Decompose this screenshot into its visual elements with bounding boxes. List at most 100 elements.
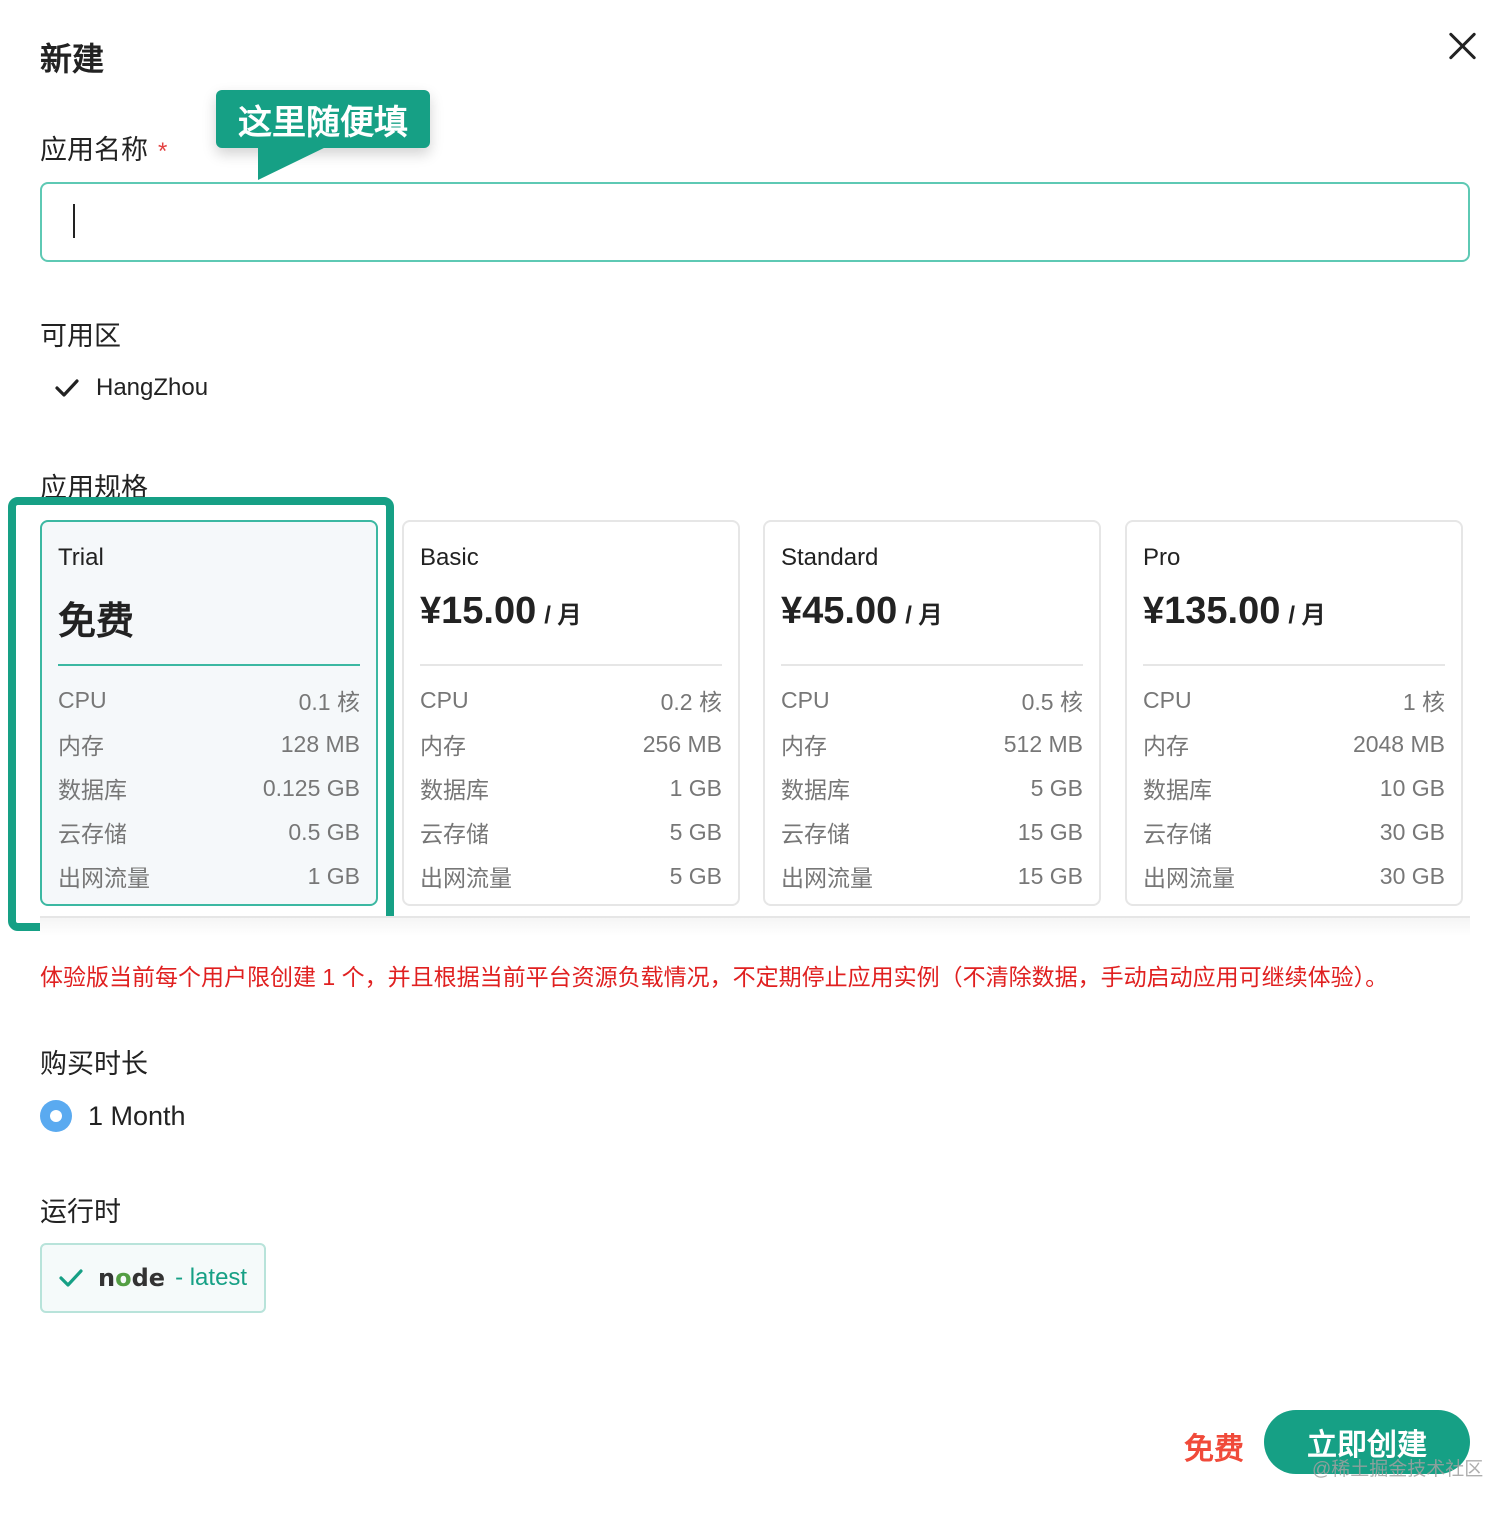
- spec-key: 出网流量: [420, 865, 512, 891]
- spec-key: 出网流量: [781, 865, 873, 891]
- spec-value: 0.125 GB: [262, 774, 360, 801]
- plan-specs: CPU 0.2 核 内存 256 MB 数据库 1 GB 云存储 5 GB 出网流量 5 …: [420, 678, 722, 898]
- spec-key: 内存: [420, 733, 466, 759]
- spec-row-database: 数据库 1 GB: [420, 766, 722, 810]
- plan-divider: [58, 664, 360, 666]
- plan-price: ¥15.00 / 月: [420, 590, 722, 646]
- spec-key: 数据库: [58, 777, 127, 803]
- spec-key: 云存储: [1143, 821, 1212, 847]
- plan-divider: [1143, 664, 1445, 666]
- node-logo: node: [98, 1264, 165, 1292]
- duration-option[interactable]: 1 Month: [40, 1100, 186, 1132]
- hint-tooltip: 这里随便填: [216, 90, 430, 148]
- required-mark: *: [158, 138, 168, 165]
- zone-option-selected[interactable]: HangZhou: [54, 374, 208, 402]
- plan-card-standard[interactable]: Standard ¥45.00 / 月 CPU 0.5 核 内存 512 MB 数据…: [763, 520, 1101, 906]
- spec-value: 0.1 核: [298, 689, 360, 715]
- spec-row-cpu: CPU 0.1 核: [58, 678, 360, 722]
- check-icon: [55, 379, 79, 397]
- zone-option-label: HangZhou: [96, 374, 209, 401]
- spec-row-memory: 内存 256 MB: [420, 722, 722, 766]
- spec-key: 云存储: [781, 821, 850, 847]
- spec-key: 数据库: [420, 777, 489, 803]
- plan-name: Basic: [420, 544, 479, 571]
- spec-value: 256 MB: [642, 730, 722, 757]
- node-logo-part: o: [115, 1264, 132, 1292]
- close-icon[interactable]: [1444, 28, 1480, 64]
- spec-value: 10 GB: [1379, 774, 1445, 801]
- trial-notice: 体验版当前每个用户限创建 1 个，并且根据当前平台资源负载情况，不定期停止应用实…: [40, 964, 1389, 990]
- runtime-version-tag: - latest: [175, 1264, 248, 1291]
- spec-key: 内存: [1143, 733, 1189, 759]
- spec-value: 30 GB: [1379, 862, 1445, 889]
- spec-row-storage: 云存储 0.5 GB: [58, 810, 360, 854]
- plan-card-basic[interactable]: Basic ¥15.00 / 月 CPU 0.2 核 内存 256 MB 数据库 1 …: [402, 520, 740, 906]
- spec-value: 128 MB: [280, 730, 360, 757]
- plan-price-unit: / 月: [1288, 602, 1326, 629]
- spec-row-cpu: CPU 0.2 核: [420, 678, 722, 722]
- runtime-label: 运行时: [40, 1197, 121, 1227]
- spec-value: 0.5 核: [1021, 689, 1083, 715]
- plan-price-unit: / 月: [544, 602, 582, 629]
- spec-row-memory: 内存 128 MB: [58, 722, 360, 766]
- spec-key: 云存储: [58, 821, 127, 847]
- spec-value: 0.2 核: [660, 689, 722, 715]
- spec-value: 5 GB: [669, 818, 722, 845]
- spec-row-traffic: 出网流量 15 GB: [781, 854, 1083, 898]
- plan-divider: [781, 664, 1083, 666]
- plan-divider: [420, 664, 722, 666]
- plan-price: 免费: [58, 590, 360, 646]
- spec-key: 数据库: [1143, 777, 1212, 803]
- plan-specs: CPU 1 核 内存 2048 MB 数据库 10 GB 云存储 30 GB 出网流量 3…: [1143, 678, 1445, 898]
- spec-row-database: 数据库 10 GB: [1143, 766, 1445, 810]
- plan-list-scroll-edge: [40, 916, 1470, 936]
- spec-key: CPU: [781, 686, 830, 713]
- spec-row-traffic: 出网流量 1 GB: [58, 854, 360, 898]
- plan-name: Trial: [58, 544, 104, 571]
- spec-value: 15 GB: [1017, 818, 1083, 845]
- spec-key: 内存: [58, 733, 104, 759]
- spec-row-storage: 云存储 15 GB: [781, 810, 1083, 854]
- spec-value: 1 核: [1402, 689, 1445, 715]
- spec-value: 0.5 GB: [288, 818, 360, 845]
- check-icon: [59, 1269, 83, 1287]
- spec-key: 出网流量: [1143, 865, 1235, 891]
- app-name-label: 应用名称 *: [40, 128, 167, 167]
- spec-label: 应用规格: [40, 473, 148, 503]
- spec-value: 5 GB: [669, 862, 722, 889]
- spec-value: 2048 MB: [1352, 730, 1445, 757]
- spec-key: CPU: [420, 686, 469, 713]
- plan-card-trial[interactable]: Trial 免费 CPU 0.1 核 内存 128 MB 数据库 0.125 GB 云…: [40, 520, 378, 906]
- spec-row-storage: 云存储 30 GB: [1143, 810, 1445, 854]
- plan-price: ¥45.00 / 月: [781, 590, 1083, 646]
- app-name-label-text: 应用名称: [40, 135, 148, 165]
- spec-value: 1 GB: [307, 862, 360, 889]
- duration-option-label: 1 Month: [88, 1100, 186, 1131]
- plan-price-value: ¥135.00: [1143, 590, 1281, 632]
- spec-row-database: 数据库 5 GB: [781, 766, 1083, 810]
- plan-name: Standard: [781, 544, 879, 571]
- runtime-option-node[interactable]: node - latest: [40, 1243, 266, 1313]
- total-price: 免费: [1184, 1433, 1244, 1466]
- plan-card-pro[interactable]: Pro ¥135.00 / 月 CPU 1 核 内存 2048 MB 数据库 10 G…: [1125, 520, 1463, 906]
- spec-value: 512 MB: [1003, 730, 1083, 757]
- spec-value: 5 GB: [1030, 774, 1083, 801]
- text-caret: [73, 204, 75, 238]
- app-name-input[interactable]: [40, 182, 1470, 262]
- spec-row-traffic: 出网流量 30 GB: [1143, 854, 1445, 898]
- spec-row-storage: 云存储 5 GB: [420, 810, 722, 854]
- spec-key: 数据库: [781, 777, 850, 803]
- plan-list: Trial 免费 CPU 0.1 核 内存 128 MB 数据库 0.125 GB 云…: [40, 520, 1470, 906]
- spec-row-database: 数据库 0.125 GB: [58, 766, 360, 810]
- radio-selected-icon[interactable]: [40, 1100, 72, 1132]
- zone-label: 可用区: [40, 321, 121, 351]
- plan-price: ¥135.00 / 月: [1143, 590, 1445, 646]
- node-logo-part: n: [98, 1264, 116, 1292]
- spec-value: 30 GB: [1379, 818, 1445, 845]
- spec-key: CPU: [1143, 686, 1192, 713]
- plan-price-value: ¥45.00: [781, 590, 898, 632]
- plan-specs: CPU 0.1 核 内存 128 MB 数据库 0.125 GB 云存储 0.5 GB …: [58, 678, 360, 898]
- spec-row-memory: 内存 512 MB: [781, 722, 1083, 766]
- plan-name: Pro: [1143, 544, 1181, 571]
- node-logo-part: de: [131, 1264, 166, 1292]
